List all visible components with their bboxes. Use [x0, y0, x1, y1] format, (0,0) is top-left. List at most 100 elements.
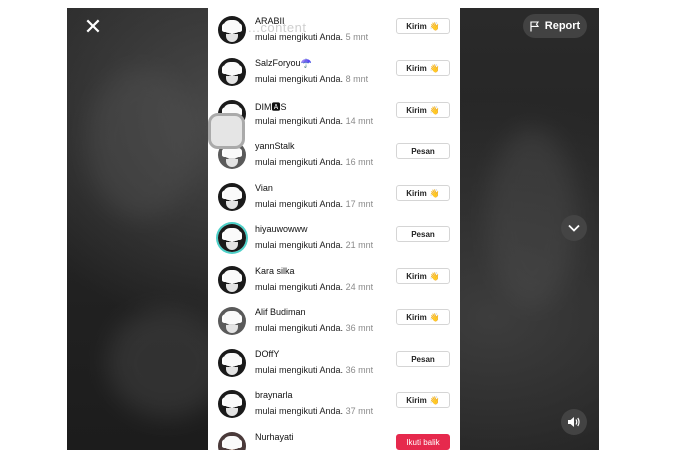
- list-item[interactable]: Vian mulai mengikuti Anda. 17 mnt Kirim 👋: [208, 181, 460, 222]
- notifications-list: ...content ARABII mulai mengikuti Anda. 5…: [208, 8, 460, 450]
- activity-action: mulai mengikuti Anda.: [255, 323, 344, 333]
- activity-text: mulai mengikuti Anda. 36 mnt: [255, 323, 373, 333]
- username[interactable]: SalzForyou☂️: [255, 58, 312, 69]
- activity-time: 36 mnt: [345, 365, 374, 375]
- activity-time: 21 mnt: [345, 240, 374, 250]
- avatar[interactable]: [218, 349, 246, 377]
- activity-text: mulai mengikuti Anda. 37 mnt: [255, 406, 373, 416]
- button-label: Pesan: [411, 146, 435, 156]
- button-label: Ikuti balik: [406, 437, 440, 447]
- button-label: Kirim: [406, 105, 427, 115]
- username[interactable]: ARABII: [255, 16, 285, 26]
- chevron-down-icon: [568, 224, 580, 232]
- username[interactable]: Alif Budiman: [255, 307, 306, 317]
- activity-text: mulai mengikuti Anda. 21 mnt: [255, 240, 373, 250]
- activity-text: mulai mengikuti Anda. 14 mnt: [255, 116, 373, 126]
- list-item[interactable]: DOffY mulai mengikuti Anda. 36 mnt Pesan: [208, 347, 460, 388]
- button-label: Pesan: [411, 354, 435, 364]
- activity-time: 37 mnt: [345, 406, 374, 416]
- activity-time: 17 mnt: [345, 199, 374, 209]
- wave-emoji-icon: 👋: [429, 21, 440, 31]
- username[interactable]: braynarla: [255, 390, 293, 400]
- username[interactable]: Kara silka: [255, 266, 295, 276]
- send-button[interactable]: Kirim 👋: [396, 18, 450, 34]
- next-button[interactable]: [561, 215, 587, 241]
- activity-text: mulai mengikuti Anda. 36 mnt: [255, 365, 373, 375]
- activity-time: 16 mnt: [345, 157, 374, 167]
- avatar[interactable]: [218, 183, 246, 211]
- button-label: Kirim: [406, 63, 427, 73]
- username[interactable]: DIM🅰S: [255, 100, 287, 113]
- background-blur: [87, 68, 197, 218]
- activity-action: mulai mengikuti Anda.: [255, 116, 344, 126]
- button-label: Kirim: [406, 395, 427, 405]
- activity-text: mulai mengikuti Anda. 17 mnt: [255, 199, 373, 209]
- activity-text: mulai mengikuti Anda. 24 mnt: [255, 282, 373, 292]
- report-button[interactable]: Report: [523, 14, 587, 38]
- close-icon[interactable]: ✕: [82, 16, 104, 38]
- send-button[interactable]: Kirim 👋: [396, 102, 450, 118]
- list-item[interactable]: braynarla mulai mengikuti Anda. 37 mnt Kir…: [208, 388, 460, 429]
- activity-action: mulai mengikuti Anda.: [255, 240, 344, 250]
- activity-time: 24 mnt: [345, 282, 374, 292]
- follow-back-button[interactable]: Ikuti balik: [396, 434, 450, 450]
- activity-time: 5 mnt: [345, 32, 369, 42]
- list-item[interactable]: hiyauwowww mulai mengikuti Anda. 21 mnt Pe…: [208, 222, 460, 263]
- username[interactable]: Nurhayati: [255, 432, 294, 442]
- button-label: Kirim: [406, 21, 427, 31]
- list-item[interactable]: Kara silka mulai mengikuti Anda. 24 mnt Ki…: [208, 264, 460, 305]
- avatar[interactable]: [218, 266, 246, 294]
- activity-action: mulai mengikuti Anda.: [255, 157, 344, 167]
- send-button[interactable]: Kirim 👋: [396, 392, 450, 408]
- activity-action: mulai mengikuti Anda.: [255, 199, 344, 209]
- list-item[interactable]: ARABII mulai mengikuti Anda. 5 mnt Kirim 👋: [208, 14, 460, 55]
- side-handle[interactable]: [208, 113, 245, 149]
- message-button[interactable]: Pesan: [396, 226, 450, 242]
- activity-text: mulai mengikuti Anda. 8 mnt: [255, 74, 368, 84]
- send-button[interactable]: Kirim 👋: [396, 268, 450, 284]
- activity-action: mulai mengikuti Anda.: [255, 282, 344, 292]
- activity-text: mulai mengikuti Anda. 5 mnt: [255, 32, 368, 42]
- list-item[interactable]: DIM🅰S mulai mengikuti Anda. 14 mnt Kirim 👋: [208, 98, 460, 139]
- background-blur: [487, 128, 577, 308]
- activity-action: mulai mengikuti Anda.: [255, 32, 344, 42]
- activity-action: mulai mengikuti Anda.: [255, 365, 344, 375]
- avatar[interactable]: [218, 58, 246, 86]
- username[interactable]: hiyauwowww: [255, 224, 308, 234]
- activity-action: mulai mengikuti Anda.: [255, 74, 344, 84]
- avatar[interactable]: [218, 16, 246, 44]
- send-button[interactable]: Kirim 👋: [396, 60, 450, 76]
- username[interactable]: yannStalk: [255, 141, 295, 151]
- activity-time: 14 mnt: [345, 116, 374, 126]
- avatar[interactable]: [218, 432, 246, 450]
- wave-emoji-icon: 👋: [429, 63, 440, 73]
- button-label: Kirim: [406, 188, 427, 198]
- sound-button[interactable]: [561, 409, 587, 435]
- activity-time: 36 mnt: [345, 323, 374, 333]
- activity-time: 8 mnt: [345, 74, 369, 84]
- wave-emoji-icon: 👋: [429, 395, 440, 405]
- send-button[interactable]: Kirim 👋: [396, 185, 450, 201]
- list-item[interactable]: Nurhayati Ikuti balik: [208, 430, 460, 450]
- username[interactable]: Vian: [255, 183, 273, 193]
- username[interactable]: DOffY: [255, 349, 279, 359]
- wave-emoji-icon: 👋: [429, 105, 440, 115]
- wave-emoji-icon: 👋: [429, 312, 440, 322]
- list-item[interactable]: SalzForyou☂️ mulai mengikuti Anda. 8 mnt K…: [208, 56, 460, 97]
- flag-icon: [530, 20, 539, 31]
- list-item[interactable]: Alif Budiman mulai mengikuti Anda. 36 mnt…: [208, 305, 460, 346]
- avatar[interactable]: [218, 224, 246, 252]
- avatar[interactable]: [218, 390, 246, 418]
- button-label: Kirim: [406, 312, 427, 322]
- list-item[interactable]: yannStalk mulai mengikuti Anda. 16 mnt Pes…: [208, 139, 460, 180]
- activity-action: mulai mengikuti Anda.: [255, 406, 344, 416]
- message-button[interactable]: Pesan: [396, 351, 450, 367]
- wave-emoji-icon: 👋: [429, 188, 440, 198]
- activity-text: mulai mengikuti Anda. 16 mnt: [255, 157, 373, 167]
- message-button[interactable]: Pesan: [396, 143, 450, 159]
- avatar[interactable]: [218, 307, 246, 335]
- volume-icon: [568, 417, 580, 427]
- report-label: Report: [544, 20, 581, 32]
- wave-emoji-icon: 👋: [429, 271, 440, 281]
- send-button[interactable]: Kirim 👋: [396, 309, 450, 325]
